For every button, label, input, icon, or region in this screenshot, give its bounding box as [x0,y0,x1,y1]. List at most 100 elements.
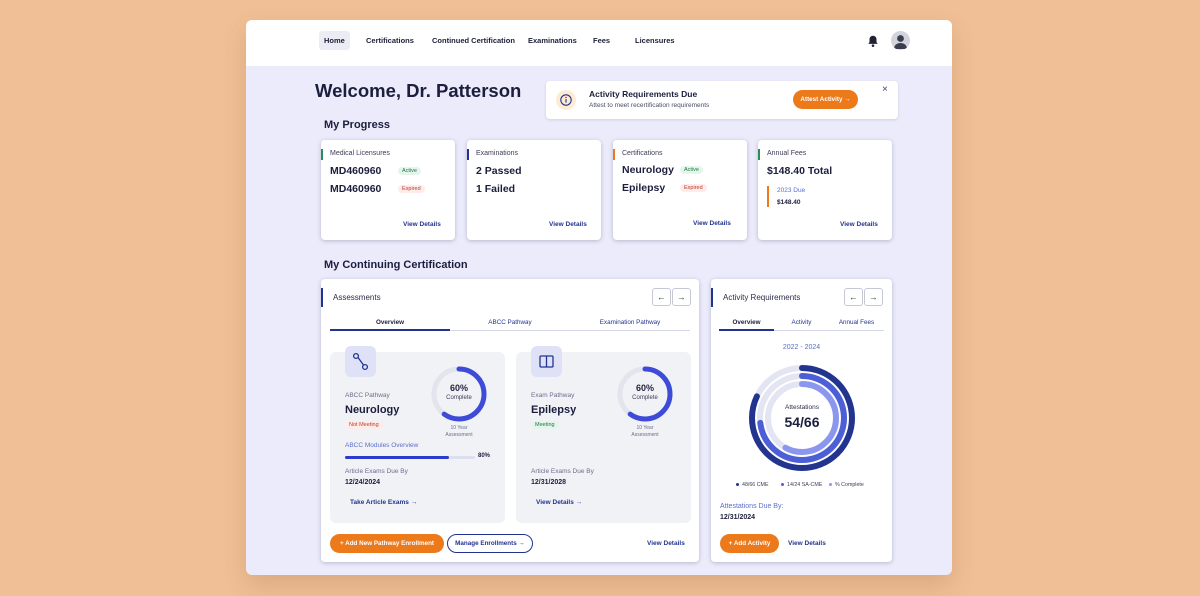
due-date: 12/31/2028 [531,479,567,486]
due-accent-bar [767,186,769,207]
app-window: Home Certifications Continued Certificat… [246,20,952,575]
tab-overview[interactable]: Overview [330,319,450,326]
exams-passed: 2 Passed [476,165,522,177]
status-badge: Active [398,167,421,175]
arrow-right-icon: → [844,96,851,103]
card-label: Medical Licensures [330,150,390,157]
card-accent-bar [321,149,323,160]
arrow-right-icon: → [410,499,418,506]
next-arrow-icon[interactable]: → [864,288,883,306]
status-badge: Active [680,166,703,174]
ring-caption: Assessment [631,432,659,438]
status-badge: Meeting [531,421,559,429]
certifications-card: Certifications Neurology Active Epilepsy… [613,140,747,240]
card-label: Annual Fees [767,150,807,157]
due-label: Article Exams Due By [531,468,594,475]
top-nav: Home Certifications Continued Certificat… [246,20,952,66]
take-article-exams-label: Take Article Exams [350,499,409,506]
view-details-link[interactable]: View Details [403,221,441,228]
annual-fees-card: Annual Fees $148.40 Total 2023 Due $148.… [758,140,892,240]
certification-name: Neurology [622,164,674,176]
attestations-due-label: Attestations Due By: [720,503,784,510]
nav-continued-certification[interactable]: Continued Certification [427,31,520,50]
card-accent-bar [758,149,760,160]
nav-examinations[interactable]: Examinations [523,31,582,50]
assessments-card: Assessments ← → Overview ABCC Pathway Ex… [321,279,699,562]
ring-caption: Assessment [445,432,473,438]
tab-activity[interactable]: Activity [774,319,829,326]
activity-requirements-title: Activity Requirements [723,293,801,302]
medical-licensures-card: Medical Licensures MD460960 Active MD460… [321,140,455,240]
notification-bell-icon[interactable] [866,34,880,48]
add-activity-button[interactable]: + Add Activity [720,534,779,553]
attest-activity-button[interactable]: Attest Activity → [793,90,858,109]
fees-total: $148.40 Total [767,165,833,177]
abcc-pathway-panel: ABCC Pathway Neurology Not Meeting 60% C… [330,346,505,523]
view-details-link[interactable]: View Details [840,221,878,228]
assessments-title: Assessments [333,293,381,302]
modules-overview-label: ABCC Modules Overview [345,442,419,449]
view-details-link[interactable]: View Details [647,540,685,547]
card-accent-bar [613,149,615,160]
card-accent-bar [711,288,713,307]
view-details-link[interactable]: View Details [788,540,826,547]
view-details-link[interactable]: View Details → [536,499,582,506]
activity-alert-banner: Activity Requirements Due Attest to meet… [546,81,898,119]
nav-licensures[interactable]: Licensures [630,31,680,50]
ring-caption: 10 Year [450,425,468,431]
view-details-link[interactable]: View Details [549,221,587,228]
tab-examination-pathway[interactable]: Examination Pathway [570,319,690,326]
activity-requirements-card: Activity Requirements ← → Overview Activ… [711,279,892,562]
user-avatar[interactable] [891,31,910,50]
pathway-label: ABCC Pathway [345,392,390,399]
card-label: Examinations [476,150,519,157]
exam-progress-ring [617,366,673,422]
nav-home[interactable]: Home [319,31,350,50]
view-details-link[interactable]: View Details [693,220,731,227]
add-new-pathway-enrollment-button[interactable]: + Add New Pathway Enrollment [330,534,444,553]
active-tab-indicator [719,329,774,331]
add-pathway-label: Add New Pathway Enrollment [345,540,435,547]
manage-enrollments-label: Manage Enrollments [455,540,517,547]
next-arrow-icon[interactable]: → [672,288,691,306]
modules-percent: 80% [478,453,491,459]
nav-certifications[interactable]: Certifications [361,31,419,50]
manage-enrollments-button[interactable]: Manage Enrollments → [447,534,533,553]
take-article-exams-link[interactable]: Take Article Exams → [350,499,417,506]
certification-name: Epilepsy [622,182,666,194]
license-id: MD460960 [330,183,382,195]
pathway-name: Epilepsy [531,404,577,416]
alert-title: Activity Requirements Due [589,89,698,99]
modules-progress-fill [345,456,449,459]
my-continuing-certification-title: My Continuing Certification [324,259,468,271]
license-id: MD460960 [330,165,382,177]
attestations-value: 54/66 [784,414,820,430]
status-badge: Not Meeting [345,421,383,429]
previous-arrow-icon[interactable]: ← [652,288,671,306]
pathway-label: Exam Pathway [531,392,575,399]
modules-progress-track [345,456,475,459]
previous-arrow-icon[interactable]: ← [844,288,863,306]
status-badge: Expired [680,184,707,192]
ring-percent: 60% [449,383,468,393]
fees-due-label: 2023 Due [777,187,806,194]
arrow-right-icon: → [518,540,525,547]
info-icon [556,90,576,110]
legend-item-cme: 48/66 CME [736,482,769,488]
ring-complete-label: Complete [632,395,658,401]
nav-fees[interactable]: Fees [588,31,615,50]
welcome-heading: Welcome, Dr. Patterson [315,80,522,101]
card-accent-bar [321,288,323,307]
abcc-progress-ring [431,366,487,422]
tab-annual-fees[interactable]: Annual Fees [829,319,884,326]
close-icon[interactable]: × [882,84,888,95]
add-activity-label: Add Activity [733,540,771,547]
tab-abcc-pathway[interactable]: ABCC Pathway [450,319,570,326]
legend-item-percent-complete: % Complete [829,482,864,488]
pathway-name: Neurology [345,404,400,416]
period-label: 2022 - 2024 [782,344,821,351]
attestations-label: Attestations [785,404,819,411]
ring-complete-label: Complete [446,395,472,401]
tab-overview[interactable]: Overview [719,319,774,326]
book-icon [531,346,562,377]
